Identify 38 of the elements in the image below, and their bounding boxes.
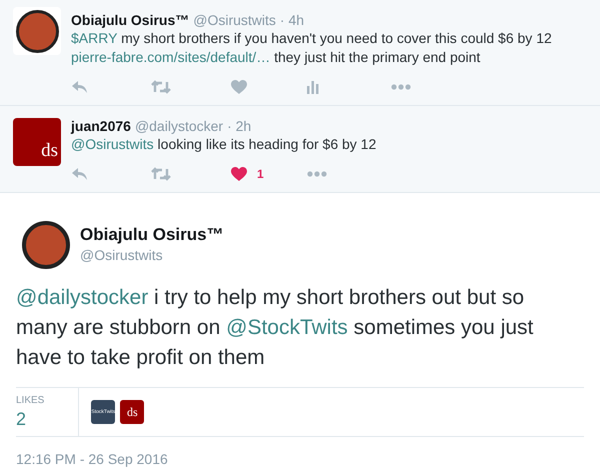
more-icon[interactable] (391, 84, 411, 90)
link[interactable]: @Osirustwits (71, 136, 154, 152)
user-name[interactable]: juan2076 (71, 117, 131, 135)
reply-icon[interactable] (71, 167, 88, 181)
user-handle[interactable]: @dailystocker (134, 117, 224, 135)
link[interactable]: @StockTwits (226, 316, 348, 339)
retweet-icon[interactable] (151, 167, 171, 181)
link[interactable]: $ARRY (71, 30, 118, 46)
heart-icon[interactable] (231, 80, 247, 94)
link[interactable]: pierre-fabre.com/sites/default/… (71, 49, 270, 65)
photo-placeholder (16, 10, 58, 52)
reply-tweet[interactable]: ds juan2076 @dailystocker · 2h @Osirustwits looking like its heading for $6 by 12 1 (0, 106, 600, 193)
tweet-time[interactable]: · 2h (227, 117, 252, 135)
tweet-time[interactable]: · 4h (280, 11, 304, 29)
heart-icon[interactable] (231, 167, 247, 181)
tweet-text: @dailystocker i try to help my short brothers out but so many are stubborn on @StockTwits sometimes you just have to take profit on them (16, 285, 534, 371)
likes-label: LIKES (16, 395, 44, 407)
tweet-text: $ARRY my short brothers if you haven't you need to cover this could $6 by 12 pierre-fabre.com/sites/default/… they just hit the primary end point (71, 29, 553, 67)
like-count: 1 (257, 166, 264, 183)
link[interactable]: @dailystocker (16, 286, 148, 309)
more-icon[interactable] (307, 171, 327, 177)
likes-count[interactable]: 2 (16, 407, 44, 431)
logo-text: ds (127, 406, 138, 418)
retweet-icon[interactable] (151, 80, 171, 94)
reply-icon[interactable] (71, 80, 88, 94)
liker-avatar[interactable]: ds (120, 400, 144, 424)
user-handle[interactable]: @Osirustwits (193, 11, 276, 29)
bar-chart-icon[interactable] (307, 80, 319, 94)
tweet-text: @Osirustwits looking like its heading for $6 by 12 (71, 135, 378, 154)
avatar-logo[interactable]: ds (13, 118, 61, 166)
logo-text: ds (41, 141, 58, 160)
user-name[interactable]: Obiajulu Osirus™ (80, 225, 224, 245)
avatar-frame[interactable] (13, 7, 61, 55)
reply-tweet[interactable]: Obiajulu Osirus™ @Osirustwits · 4h $ARRY my short brothers if you haven't you need to cover this could $6 by 12 pierre-fabre.com/sites/default/… they just hit the primary end point (0, 0, 600, 106)
user-handle[interactable]: @Osirustwits (80, 245, 224, 265)
user-name[interactable]: Obiajulu Osirus™ (71, 11, 190, 29)
photo-placeholder[interactable] (22, 221, 70, 269)
tweet-timestamp[interactable]: 12:16 PM - 26 Sep 2016 (16, 449, 584, 470)
